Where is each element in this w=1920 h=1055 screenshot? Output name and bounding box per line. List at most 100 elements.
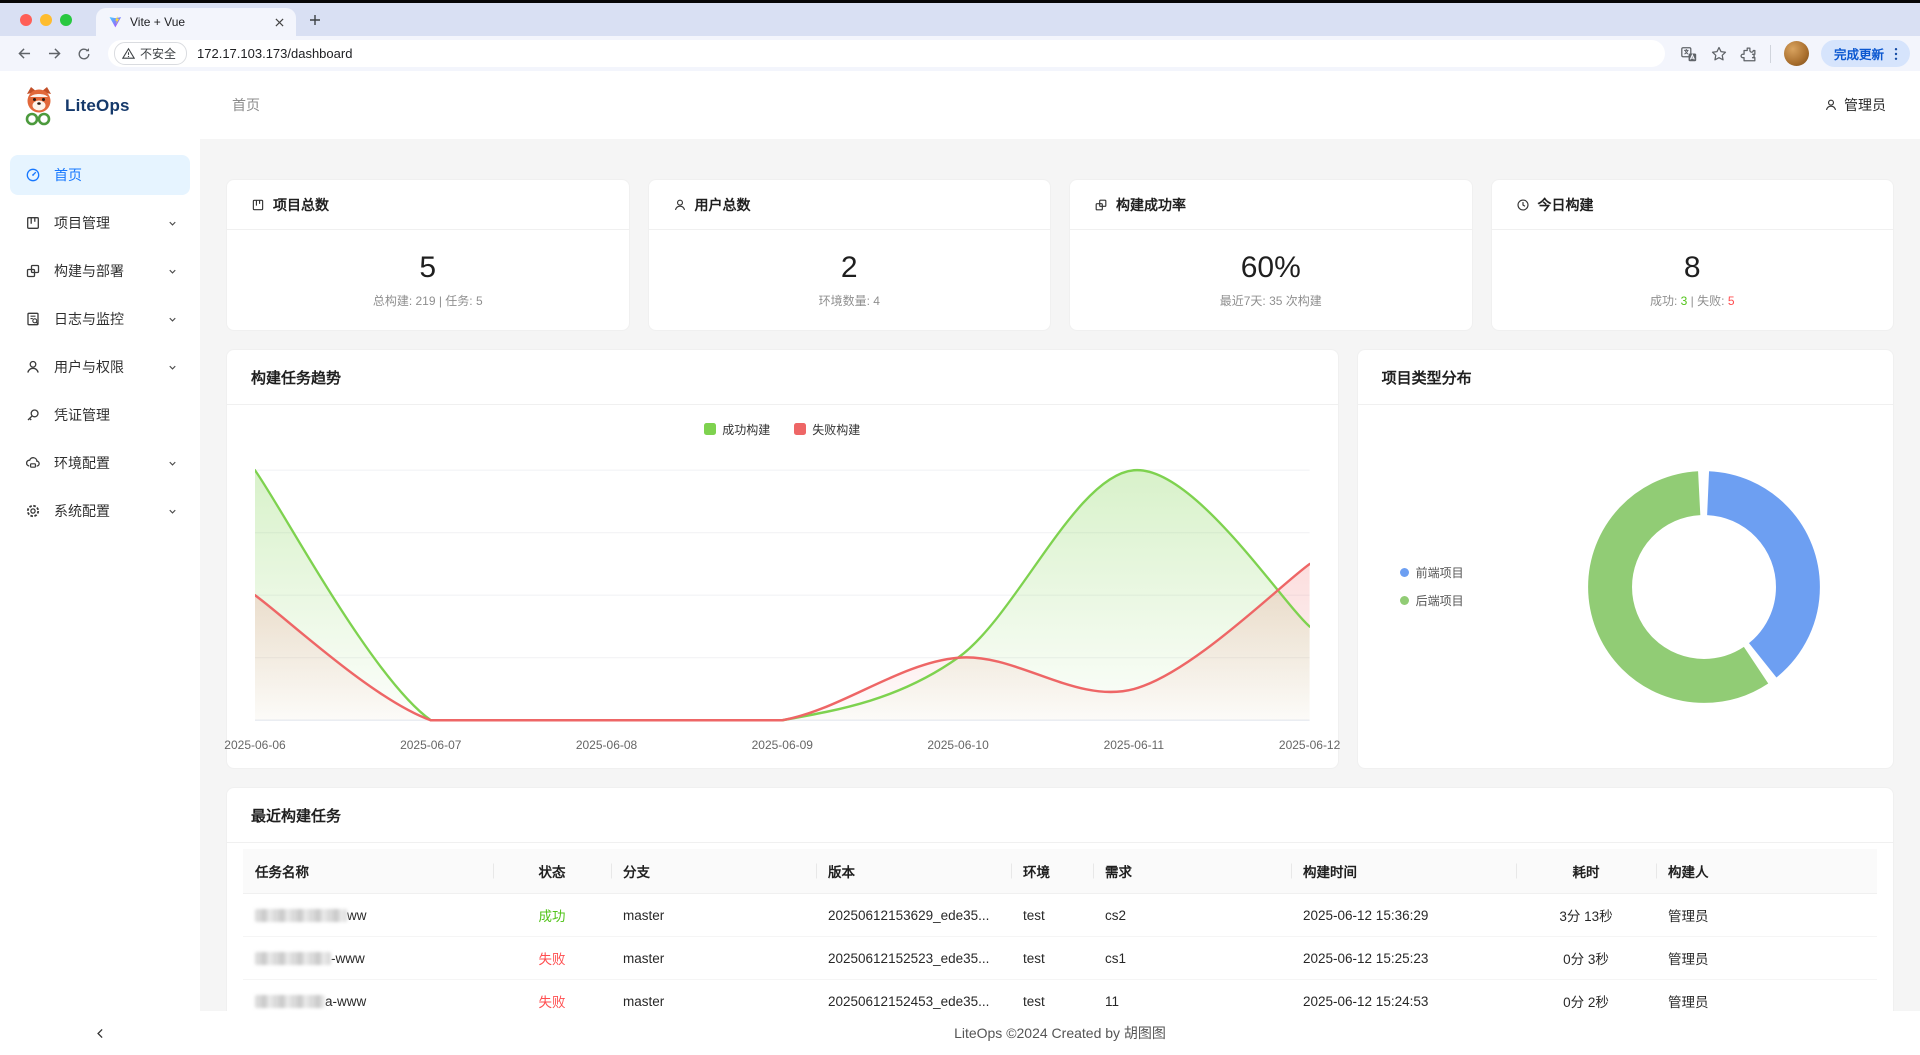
window-close-button[interactable] — [20, 14, 32, 26]
extensions-puzzle-icon[interactable] — [1735, 41, 1763, 67]
cell-status: 失败 — [493, 980, 611, 1012]
sidebar-item-label: 首页 — [54, 165, 178, 185]
sidebar-item-users-permissions[interactable]: 用户与权限 — [10, 347, 190, 387]
dashboard-icon — [25, 167, 41, 183]
legend-item-frontend[interactable]: 前端项目 — [1400, 564, 1516, 581]
liteops-logo-icon — [20, 86, 58, 126]
credential-key-icon — [25, 407, 41, 423]
cell-version: 20250612152453_ede35... — [816, 980, 1011, 1012]
col-task-name: 任务名称 — [243, 849, 493, 894]
stat-value: 5 — [419, 251, 436, 285]
cell-build-time: 2025-06-12 15:36:29 — [1291, 894, 1516, 937]
tab-close-icon[interactable] — [270, 13, 288, 31]
warning-triangle-icon — [122, 47, 135, 60]
new-tab-button[interactable] — [308, 13, 322, 27]
url-text: 172.17.103.173/dashboard — [197, 46, 352, 61]
chevron-down-icon — [167, 266, 178, 277]
chevron-down-icon — [167, 314, 178, 325]
line-chart: 2025-06-062025-06-072025-06-082025-06-09… — [255, 445, 1310, 758]
chevron-down-icon — [167, 362, 178, 373]
legend-item-backend[interactable]: 后端项目 — [1400, 592, 1516, 609]
cell-builder: 管理员 — [1656, 937, 1877, 980]
user-icon — [673, 198, 687, 212]
sidebar-item-system-settings[interactable]: 系统配置 — [10, 491, 190, 531]
chevron-left-icon — [94, 1027, 107, 1040]
back-icon[interactable] — [10, 40, 38, 68]
update-label: 完成更新 — [1834, 44, 1884, 63]
toolbar-divider — [1770, 45, 1771, 63]
cell-branch: master — [611, 937, 816, 980]
redacted-name — [255, 952, 331, 965]
stat-subtitle: 最近7天: 35 次构建 — [1220, 292, 1322, 309]
table-row[interactable]: ww 成功 master 20250612153629_ede35... tes… — [243, 894, 1877, 937]
legend-item-success[interactable]: 成功构建 — [704, 421, 770, 438]
stat-card-today-builds: 今日构建 8 成功: 3 | 失败: 5 — [1491, 179, 1895, 331]
legend-item-fail[interactable]: 失败构建 — [794, 421, 860, 438]
cell-status: 成功 — [493, 894, 611, 937]
sidebar-item-logs-monitoring[interactable]: 日志与监控 — [10, 299, 190, 339]
table-row[interactable]: -www 失败 master 20250612152523_ede35... t… — [243, 937, 1877, 980]
browser-tab[interactable]: Vite + Vue — [96, 8, 296, 36]
deploy-icon — [1094, 198, 1108, 212]
build-trend-card: 构建任务趋势 成功构建 失败构建 — [226, 349, 1339, 769]
sidebar-item-credentials[interactable]: 凭证管理 — [10, 395, 190, 435]
window-controls — [10, 14, 82, 26]
stat-title: 构建成功率 — [1116, 195, 1186, 215]
env-cloud-icon — [25, 455, 41, 471]
stat-card-projects: 项目总数 5 总构建: 219 | 任务: 5 — [226, 179, 630, 331]
profile-avatar[interactable] — [1784, 41, 1809, 66]
stat-cards-row: 项目总数 5 总构建: 219 | 任务: 5 用户总数 — [226, 179, 1894, 331]
window-minimize-button[interactable] — [40, 14, 52, 26]
chrome-update-button[interactable]: 完成更新 — [1821, 40, 1910, 67]
x-axis-label: 2025-06-07 — [400, 738, 461, 752]
x-axis-label: 2025-06-09 — [752, 738, 813, 752]
cell-builder: 管理员 — [1656, 980, 1877, 1012]
col-builder: 构建人 — [1656, 849, 1877, 894]
sidebar-item-environments[interactable]: 环境配置 — [10, 443, 190, 483]
forward-icon[interactable] — [40, 40, 68, 68]
settings-gear-icon — [25, 503, 41, 519]
address-bar[interactable]: 不安全 172.17.103.173/dashboard — [108, 40, 1665, 67]
cell-task-name: -www — [243, 937, 493, 980]
cell-status: 失败 — [493, 937, 611, 980]
translate-icon[interactable] — [1675, 41, 1703, 67]
brand[interactable]: LiteOps — [0, 71, 200, 141]
user-icon — [1824, 98, 1838, 112]
legend-dot — [1400, 568, 1409, 577]
browser-tabstrip: Vite + Vue — [0, 3, 1920, 36]
reload-icon[interactable] — [70, 40, 98, 68]
sidebar-item-home[interactable]: 首页 — [10, 155, 190, 195]
cell-duration: 0分 2秒 — [1516, 980, 1656, 1012]
sidebar-item-build-deploy[interactable]: 构建与部署 — [10, 251, 190, 291]
bookmark-star-icon[interactable] — [1705, 41, 1733, 67]
user-menu[interactable]: 管理员 — [1824, 95, 1886, 115]
stat-title: 用户总数 — [695, 195, 751, 215]
col-requirement: 需求 — [1093, 849, 1291, 894]
cell-requirement: 11 — [1093, 980, 1291, 1012]
username: 管理员 — [1844, 95, 1886, 115]
chevron-down-icon — [167, 506, 178, 517]
deploy-icon — [25, 263, 41, 279]
col-status: 状态 — [493, 849, 611, 894]
sidebar-collapse-button[interactable] — [0, 1011, 200, 1055]
kebab-menu-icon[interactable] — [1888, 46, 1904, 62]
window-zoom-button[interactable] — [60, 14, 72, 26]
redacted-name — [255, 995, 325, 1008]
chevron-down-icon — [167, 458, 178, 469]
table-row[interactable]: a-www 失败 master 20250612152453_ede35... … — [243, 980, 1877, 1012]
legend-swatch — [794, 423, 806, 435]
sidebar-item-label: 系统配置 — [54, 501, 154, 521]
sidebar-item-label: 用户与权限 — [54, 357, 154, 377]
site-security-chip[interactable]: 不安全 — [114, 42, 187, 65]
cell-branch: master — [611, 980, 816, 1012]
sidebar-menu: 首页 项目管理 构建与部署 日志与监控 — [0, 141, 200, 1011]
sidebar-item-label: 项目管理 — [54, 213, 154, 233]
donut-chart — [1516, 465, 1893, 709]
main-column: 首页 管理员 项目总数 5 总构建: 2 — [200, 71, 1920, 1055]
x-axis-label: 2025-06-11 — [1104, 738, 1165, 752]
chevron-down-icon — [167, 218, 178, 229]
cell-branch: master — [611, 894, 816, 937]
app-frame: LiteOps 首页 项目管理 构建与部署 — [0, 71, 1920, 1055]
screen: Vite + Vue 不安全 172.17.103.173/dashb — [0, 0, 1920, 1055]
sidebar-item-projects[interactable]: 项目管理 — [10, 203, 190, 243]
